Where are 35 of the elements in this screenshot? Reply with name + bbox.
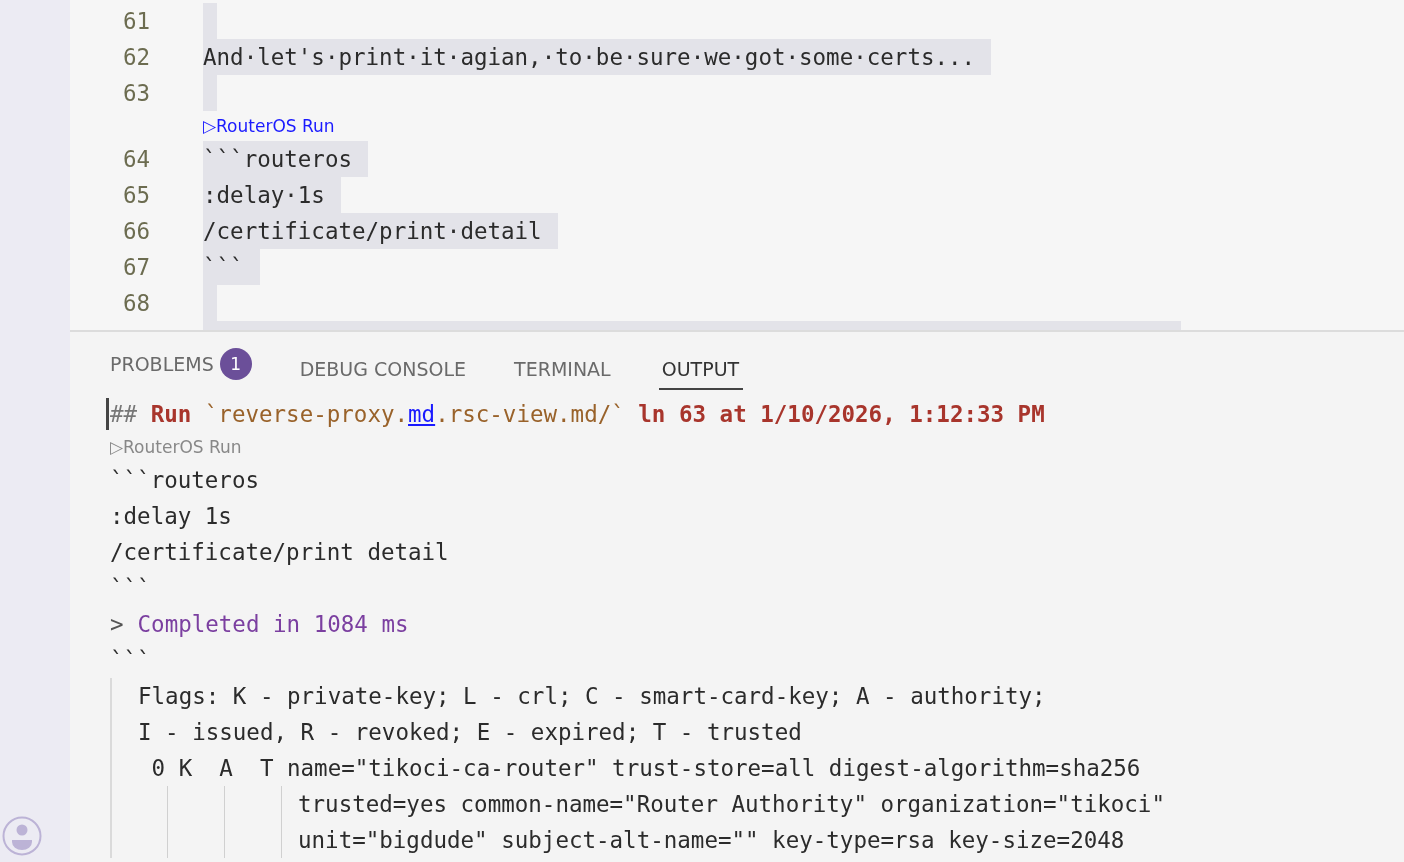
- heading-text: `reverse-proxy.: [204, 400, 409, 429]
- account-icon[interactable]: [2, 816, 42, 856]
- output-line: :delay 1s: [110, 502, 232, 531]
- line-number: 64: [121, 146, 150, 172]
- output-line: ```: [110, 646, 151, 675]
- line-number: 67: [121, 254, 150, 280]
- output-line: ```: [110, 574, 151, 603]
- completed-text: Completed in 1084 ms: [137, 610, 409, 639]
- file-link[interactable]: md: [408, 396, 436, 432]
- text-cursor: [106, 398, 109, 430]
- output-line: unit="bigdude" subject-alt-name="" key-type=rsa key-size=2048: [298, 826, 1125, 855]
- panel-tab[interactable]: TERMINAL: [514, 358, 615, 390]
- count-badge: 1: [219, 348, 252, 380]
- output-line: 0 K A T name="tikoci-ca-router" trust-store=all digest-algorithm=sha256: [150, 754, 1141, 783]
- heading-text: ln 63 at 1/10/2026, 1:12:33 PM: [637, 400, 1045, 429]
- panel-tab[interactable]: DEBUG CONSOLE: [299, 358, 471, 390]
- panel-tab[interactable]: PROBLEMS 1: [110, 348, 256, 390]
- run-codelens-link[interactable]: ▷RouterOS Run: [203, 116, 335, 136]
- output-line: /certificate/print detail: [110, 538, 449, 567]
- line-number: 62: [121, 44, 150, 70]
- prompt-symbol: >: [110, 610, 124, 639]
- run-codelens-link[interactable]: ▷RouterOS Run: [110, 432, 242, 462]
- panel-tab[interactable]: OUTPUT: [658, 358, 744, 390]
- output-line: Flags: K - private-key; L - crl; C - smart-card-key; A - authority;: [138, 682, 1046, 711]
- heading-text: Run: [149, 400, 193, 429]
- line-number: 68: [121, 290, 150, 316]
- line-number: 61: [121, 8, 150, 34]
- heading-text: ##: [110, 400, 138, 429]
- output-line: I - issued, R - revoked; E - expired; T - trusted: [138, 718, 802, 747]
- line-number: 66: [121, 218, 150, 244]
- line-number: 65: [121, 182, 150, 208]
- heading-text: .rsc-view.md/`: [435, 400, 625, 429]
- line-number: 63: [121, 80, 150, 106]
- output-line: ```routeros: [110, 466, 259, 495]
- output-line: trusted=yes common-name="Router Authority" organization="tikoci": [298, 790, 1165, 819]
